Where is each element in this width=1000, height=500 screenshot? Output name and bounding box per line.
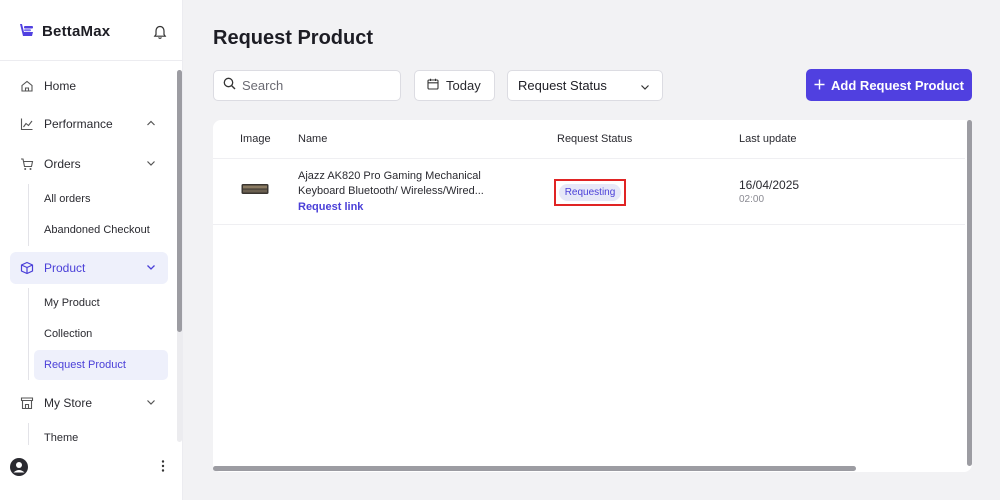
- chevron-down-icon: [640, 82, 650, 92]
- table-horizontal-scrollbar[interactable]: [213, 466, 856, 471]
- box-icon: [20, 261, 34, 275]
- sidebar-item-my-store[interactable]: My Store: [10, 387, 168, 419]
- sidebar-item-label: Home: [44, 79, 77, 93]
- chart-icon: [20, 117, 34, 131]
- plus-icon: [814, 78, 825, 93]
- sidebar-item-label: Performance: [44, 117, 113, 131]
- bettamax-logo-icon: [20, 24, 33, 36]
- date-filter-button[interactable]: Today: [414, 70, 495, 101]
- sidebar-item-product[interactable]: Product: [10, 252, 168, 284]
- product-name: Ajazz AK820 Pro Gaming Mechanical Keyboa…: [298, 170, 484, 197]
- more-vertical-icon[interactable]: [160, 459, 166, 473]
- request-status-select[interactable]: Request Status: [507, 70, 663, 101]
- sidebar-subitem-request-product[interactable]: Request Product: [34, 350, 168, 380]
- sidebar: BettaMax Home Performance Orders All ord…: [0, 0, 183, 500]
- notification-bell-icon[interactable]: [153, 25, 167, 45]
- store-icon: [20, 396, 34, 410]
- sidebar-subitem-collection[interactable]: Collection: [34, 319, 168, 349]
- sidebar-item-label: Product: [44, 261, 86, 275]
- search-icon: [223, 77, 236, 95]
- header-divider: [213, 158, 965, 159]
- status-highlight-box: Requesting: [554, 179, 626, 206]
- submenu-line: [28, 288, 29, 380]
- last-update-date: 16/04/2025: [739, 178, 800, 192]
- sidebar-scrollbar[interactable]: [177, 70, 182, 332]
- add-button-label: Add Request Product: [831, 77, 964, 93]
- row-divider: [213, 224, 965, 225]
- submenu-line: [28, 184, 29, 246]
- sidebar-item-label: My Store: [44, 396, 93, 410]
- sidebar-item-label: Orders: [44, 157, 81, 171]
- table-vertical-scrollbar[interactable]: [967, 120, 972, 466]
- cart-icon: [20, 157, 34, 171]
- date-filter-label: Today: [446, 78, 481, 93]
- brand-logo[interactable]: BettaMax: [18, 22, 110, 40]
- chevron-down-icon: [146, 397, 156, 407]
- keyboard-image-icon: [241, 184, 269, 194]
- sidebar-subitem-abandoned-checkout[interactable]: Abandoned Checkout: [34, 215, 168, 245]
- brand-name: BettaMax: [42, 22, 111, 40]
- sidebar-divider: [0, 60, 182, 61]
- search-box[interactable]: [213, 70, 401, 101]
- last-update-time: 02:00: [739, 194, 765, 205]
- sidebar-item-orders[interactable]: Orders: [10, 148, 168, 180]
- account-avatar-icon[interactable]: [10, 458, 28, 476]
- chevron-down-icon: [146, 158, 156, 168]
- status-select-value: Request Status: [518, 78, 607, 93]
- column-header-image: Image: [240, 133, 271, 145]
- sidebar-item-home[interactable]: Home: [10, 70, 168, 102]
- chevron-up-icon: [146, 118, 156, 128]
- request-link[interactable]: Request link: [298, 201, 363, 213]
- chevron-down-icon: [146, 262, 156, 272]
- search-input[interactable]: [242, 78, 392, 93]
- add-request-product-button[interactable]: Add Request Product: [806, 69, 972, 101]
- column-header-status: Request Status: [557, 133, 633, 145]
- product-thumbnail: [241, 183, 269, 195]
- column-header-last-update: Last update: [739, 133, 797, 145]
- status-badge: Requesting: [558, 184, 622, 201]
- calendar-icon: [427, 78, 439, 93]
- sidebar-item-performance[interactable]: Performance: [10, 108, 168, 140]
- sidebar-subitem-theme[interactable]: Theme: [34, 423, 168, 453]
- request-table: Image Name Request Status Last update Aj…: [213, 120, 972, 472]
- home-icon: [20, 79, 34, 93]
- sidebar-subitem-my-product[interactable]: My Product: [34, 288, 168, 318]
- sidebar-subitem-all-orders[interactable]: All orders: [34, 184, 168, 214]
- column-header-name: Name: [298, 133, 328, 145]
- page-title: Request Product: [213, 27, 374, 49]
- submenu-line: [28, 423, 29, 445]
